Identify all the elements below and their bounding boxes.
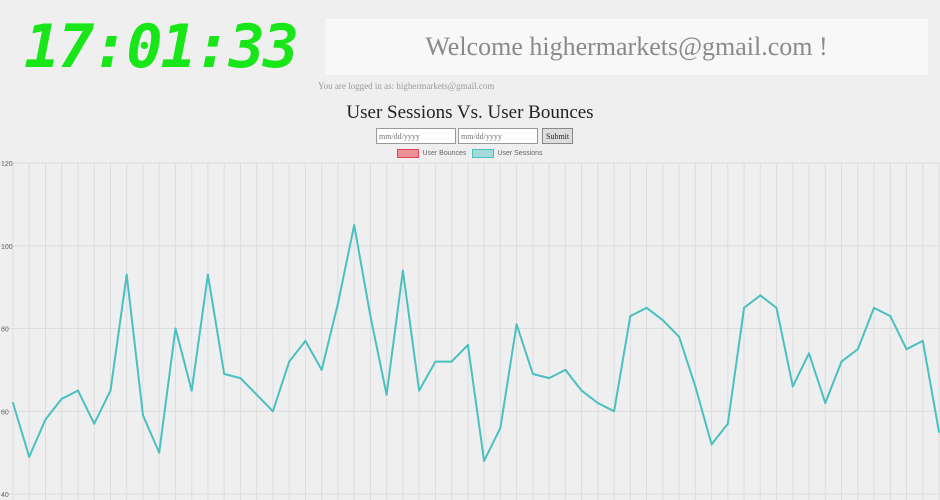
data-point-user-sessions[interactable] xyxy=(645,306,648,309)
y-tick-label: 120 xyxy=(1,161,13,168)
line-chart: 40 60 80 100 120 xyxy=(0,161,940,500)
data-point-user-sessions[interactable] xyxy=(466,344,469,347)
data-point-user-sessions[interactable] xyxy=(158,451,161,454)
data-point-user-sessions[interactable] xyxy=(28,455,31,458)
data-point-user-sessions[interactable] xyxy=(775,306,778,309)
data-point-user-sessions[interactable] xyxy=(629,315,632,318)
data-point-user-sessions[interactable] xyxy=(743,306,746,309)
data-point-user-sessions[interactable] xyxy=(791,385,794,388)
data-point-user-sessions[interactable] xyxy=(450,360,453,363)
data-point-user-sessions[interactable] xyxy=(580,389,583,392)
series-line-user-sessions[interactable] xyxy=(12,224,940,462)
data-point-user-sessions[interactable] xyxy=(60,397,63,400)
data-point-user-sessions[interactable] xyxy=(434,360,437,363)
data-point-user-sessions[interactable] xyxy=(531,373,534,376)
data-point-user-sessions[interactable] xyxy=(255,393,258,396)
data-point-user-sessions[interactable] xyxy=(401,269,404,272)
data-point-user-sessions[interactable] xyxy=(12,401,14,404)
data-point-user-sessions[interactable] xyxy=(288,360,291,363)
data-point-user-sessions[interactable] xyxy=(206,273,209,276)
data-point-user-sessions[interactable] xyxy=(824,401,827,404)
data-point-user-sessions[interactable] xyxy=(353,224,356,227)
data-point-user-sessions[interactable] xyxy=(320,368,323,371)
data-point-user-sessions[interactable] xyxy=(239,377,242,380)
data-point-user-sessions[interactable] xyxy=(548,377,551,380)
data-point-user-sessions[interactable] xyxy=(223,373,226,376)
data-point-user-sessions[interactable] xyxy=(661,319,664,322)
data-point-user-sessions[interactable] xyxy=(808,352,811,355)
data-point-user-sessions[interactable] xyxy=(174,327,177,330)
data-point-user-sessions[interactable] xyxy=(44,418,47,421)
data-point-user-sessions[interactable] xyxy=(109,389,112,392)
data-point-user-sessions[interactable] xyxy=(125,273,128,276)
data-point-user-sessions[interactable] xyxy=(141,414,144,417)
data-point-user-sessions[interactable] xyxy=(678,335,681,338)
data-point-user-sessions[interactable] xyxy=(190,389,193,392)
data-point-user-sessions[interactable] xyxy=(483,459,486,462)
data-point-user-sessions[interactable] xyxy=(613,410,616,413)
data-point-user-sessions[interactable] xyxy=(856,348,859,351)
y-tick-label: 60 xyxy=(1,409,9,416)
data-point-user-sessions[interactable] xyxy=(726,422,729,425)
data-point-user-sessions[interactable] xyxy=(369,315,372,318)
data-point-user-sessions[interactable] xyxy=(304,339,307,342)
y-tick-label: 100 xyxy=(1,244,13,251)
data-point-user-sessions[interactable] xyxy=(76,389,79,392)
data-point-user-sessions[interactable] xyxy=(418,389,421,392)
data-point-user-sessions[interactable] xyxy=(694,385,697,388)
data-point-user-sessions[interactable] xyxy=(385,393,388,396)
data-point-user-sessions[interactable] xyxy=(759,294,762,297)
data-point-user-sessions[interactable] xyxy=(336,302,339,305)
y-tick-label: 80 xyxy=(1,327,9,334)
data-point-user-sessions[interactable] xyxy=(564,368,567,371)
data-point-user-sessions[interactable] xyxy=(515,323,518,326)
data-point-user-sessions[interactable] xyxy=(271,410,274,413)
data-point-user-sessions[interactable] xyxy=(905,348,908,351)
y-tick-label: 40 xyxy=(1,492,9,499)
data-point-user-sessions[interactable] xyxy=(921,339,924,342)
data-point-user-sessions[interactable] xyxy=(889,315,892,318)
data-point-user-sessions[interactable] xyxy=(873,306,876,309)
data-point-user-sessions[interactable] xyxy=(840,360,843,363)
data-point-user-sessions[interactable] xyxy=(596,401,599,404)
data-point-user-sessions[interactable] xyxy=(499,426,502,429)
data-point-user-sessions[interactable] xyxy=(93,422,96,425)
data-point-user-sessions[interactable] xyxy=(710,443,713,446)
